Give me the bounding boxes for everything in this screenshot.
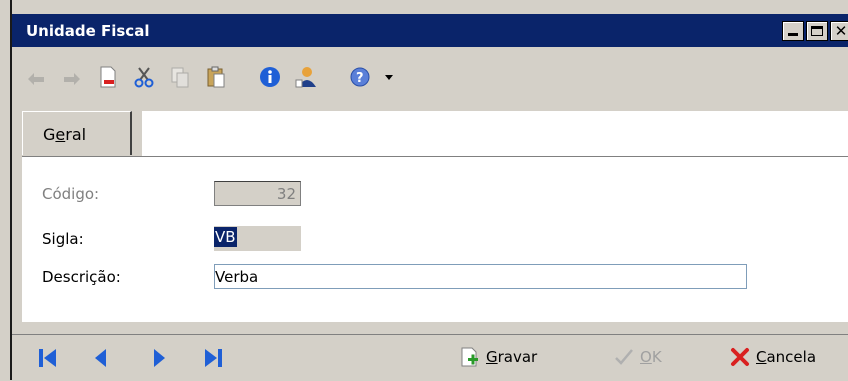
undo-icon (28, 73, 44, 85)
ok-label: OK (640, 348, 662, 366)
copy-icon (171, 67, 189, 88)
last-record-icon (205, 349, 222, 367)
last-record-button[interactable] (204, 347, 224, 369)
help-dropdown-button[interactable] (384, 65, 394, 89)
tab-geral-label: Geral (43, 125, 86, 144)
user-icon (295, 67, 316, 88)
cancela-label: Cancela (756, 348, 816, 366)
cut-icon (134, 67, 154, 88)
copy-button[interactable] (168, 65, 192, 89)
cancel-x-icon (730, 347, 750, 367)
gravar-mnemonic: G (486, 348, 498, 366)
gravar-label-rest: ravar (497, 348, 538, 366)
tab-strip: Geral (22, 111, 848, 157)
user-button[interactable] (294, 65, 318, 89)
first-record-button[interactable] (38, 347, 58, 369)
checkmark-icon (614, 347, 634, 367)
save-icon (460, 347, 480, 367)
window-controls: ✕ (782, 21, 848, 41)
close-button[interactable]: ✕ (830, 21, 848, 41)
undo-button[interactable] (24, 65, 48, 89)
redo-button[interactable] (60, 65, 84, 89)
close-icon: ✕ (834, 22, 848, 40)
cancela-label-rest: ancela (766, 348, 817, 366)
ok-mnemonic: O (640, 348, 652, 366)
cut-button[interactable] (132, 65, 156, 89)
gravar-label: Gravar (486, 348, 537, 366)
codigo-label: Código: (42, 185, 100, 203)
descricao-label: Descrição: (42, 268, 121, 286)
unidade-fiscal-window: Unidade Fiscal ✕ ? Geral Código: 32 Sigl… (10, 0, 848, 380)
ok-button[interactable]: OK (614, 344, 662, 370)
title-bar[interactable]: Unidade Fiscal ✕ (12, 14, 848, 47)
window-title: Unidade Fiscal (26, 22, 150, 40)
sigla-label: Sigla: (42, 230, 84, 248)
tab-label-mnemonic: e (55, 125, 66, 144)
sigla-field[interactable]: VB (214, 226, 301, 251)
tab-geral[interactable]: Geral (22, 111, 132, 155)
codigo-field: 32 (214, 181, 301, 206)
new-button[interactable] (96, 65, 120, 89)
new-document-icon (100, 66, 116, 88)
tab-strip-background (142, 111, 848, 156)
previous-record-icon (95, 349, 106, 367)
toolbar: ? (12, 47, 848, 107)
help-icon: ? (350, 67, 370, 87)
sigla-selected-text: VB (214, 227, 237, 247)
minimize-button[interactable] (782, 21, 804, 41)
descricao-field[interactable]: Verba (214, 264, 747, 289)
footer-bar: Gravar OK Cancela (12, 334, 848, 381)
gravar-button[interactable]: Gravar (460, 344, 537, 370)
previous-record-button[interactable] (92, 347, 112, 369)
cancela-mnemonic: C (756, 348, 767, 366)
minimize-icon (788, 33, 798, 36)
next-record-button[interactable] (150, 347, 170, 369)
info-button[interactable] (258, 65, 282, 89)
first-record-icon (39, 349, 56, 367)
tab-label-part: ral (65, 125, 87, 144)
maximize-icon (811, 26, 823, 36)
help-button[interactable]: ? (348, 65, 372, 89)
cancela-button[interactable]: Cancela (730, 344, 816, 370)
redo-icon (64, 73, 80, 85)
dropdown-arrow-icon (385, 75, 393, 80)
info-icon (260, 67, 280, 87)
paste-icon (207, 66, 225, 88)
paste-button[interactable] (204, 65, 228, 89)
ok-label-rest: K (651, 348, 662, 366)
next-record-icon (154, 349, 165, 367)
svg-text:?: ? (356, 71, 364, 86)
maximize-button[interactable] (806, 21, 828, 41)
form-panel: Código: 32 Sigla: VB Descrição: Verba (22, 157, 848, 322)
tab-label-part: G (43, 125, 56, 144)
